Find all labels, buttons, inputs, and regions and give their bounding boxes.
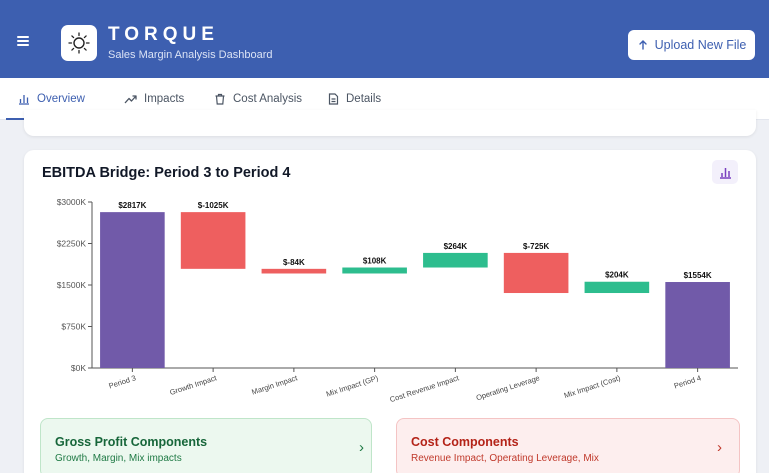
chevron-right-icon: › <box>717 439 722 456</box>
upload-button-label: Upload New File <box>654 38 747 52</box>
y-tick-label: $1500K <box>57 280 87 290</box>
upload-new-file-button[interactable]: Upload New File <box>628 30 755 60</box>
y-tick-label: $3000K <box>57 197 87 207</box>
cost-components-card[interactable]: Cost Components Revenue Impact, Operatin… <box>396 418 740 473</box>
y-tick-label: $2250K <box>57 239 87 249</box>
data-label: $1554K <box>684 271 712 280</box>
bar-period-4 <box>665 282 730 368</box>
x-tick-label: Margin Impact <box>251 373 300 397</box>
bar-period-3 <box>100 212 165 368</box>
x-tick-label: Operating Leverage <box>475 373 541 402</box>
document-icon <box>328 93 339 105</box>
app-header: TORQUE Sales Margin Analysis Dashboard U… <box>0 0 769 78</box>
tab-label: Impacts <box>144 93 185 105</box>
x-tick-label: Period 4 <box>673 373 702 390</box>
trash-icon <box>215 93 225 105</box>
bar-chart-icon <box>19 95 29 105</box>
waterfall-chart: $0K $750K $1500K $2250K $3000K $2817K Period 3… <box>57 197 738 404</box>
upload-icon <box>638 40 647 50</box>
previous-card <box>24 110 756 136</box>
gross-profit-components-card[interactable]: Gross Profit Components Growth, Margin, … <box>40 418 372 473</box>
data-label: $-1025K <box>198 201 229 210</box>
bar-operating-leverage <box>503 252 569 294</box>
y-tick-label: $0K <box>71 363 86 373</box>
x-tick-label: Mix Impact (Cost) <box>563 373 622 400</box>
tab-label: Overview <box>37 93 85 105</box>
x-tick-label: Period 3 <box>108 373 137 390</box>
tab-label: Details <box>346 93 382 105</box>
data-label: $-725K <box>523 242 549 251</box>
data-label: $2817K <box>118 201 146 210</box>
cost-components-title: Cost Components <box>411 435 519 449</box>
bar-mix-impact-gp- <box>342 267 407 274</box>
logo <box>61 25 97 61</box>
bar-mix-impact-cost- <box>584 281 650 294</box>
x-tick-label: Cost Revenue Impact <box>389 373 461 404</box>
x-tick-label: Growth Impact <box>169 373 219 397</box>
brand-title: TORQUE <box>108 24 219 45</box>
sun-logo-icon <box>68 32 90 54</box>
chevron-right-icon: › <box>359 439 364 456</box>
brand-subtitle: Sales Margin Analysis Dashboard <box>108 49 273 61</box>
x-tick-label: Mix Impact (GP) <box>325 373 380 398</box>
bar-growth-impact <box>180 212 246 269</box>
data-label: $108K <box>363 257 387 266</box>
bar-cost-revenue-impact <box>423 252 488 268</box>
cost-components-subtitle: Revenue Impact, Operating Leverage, Mix <box>411 453 599 464</box>
y-tick-label: $750K <box>61 322 86 332</box>
data-label: $204K <box>605 271 629 280</box>
tab-label: Cost Analysis <box>233 93 303 105</box>
bar-margin-impact <box>261 268 327 274</box>
trending-up-icon <box>124 95 137 104</box>
data-label: $264K <box>444 242 468 251</box>
data-label: $-84K <box>283 258 305 267</box>
hamburger-menu-icon[interactable] <box>17 36 29 46</box>
gross-profit-subtitle: Growth, Margin, Mix impacts <box>55 453 182 464</box>
gross-profit-title: Gross Profit Components <box>55 435 208 449</box>
